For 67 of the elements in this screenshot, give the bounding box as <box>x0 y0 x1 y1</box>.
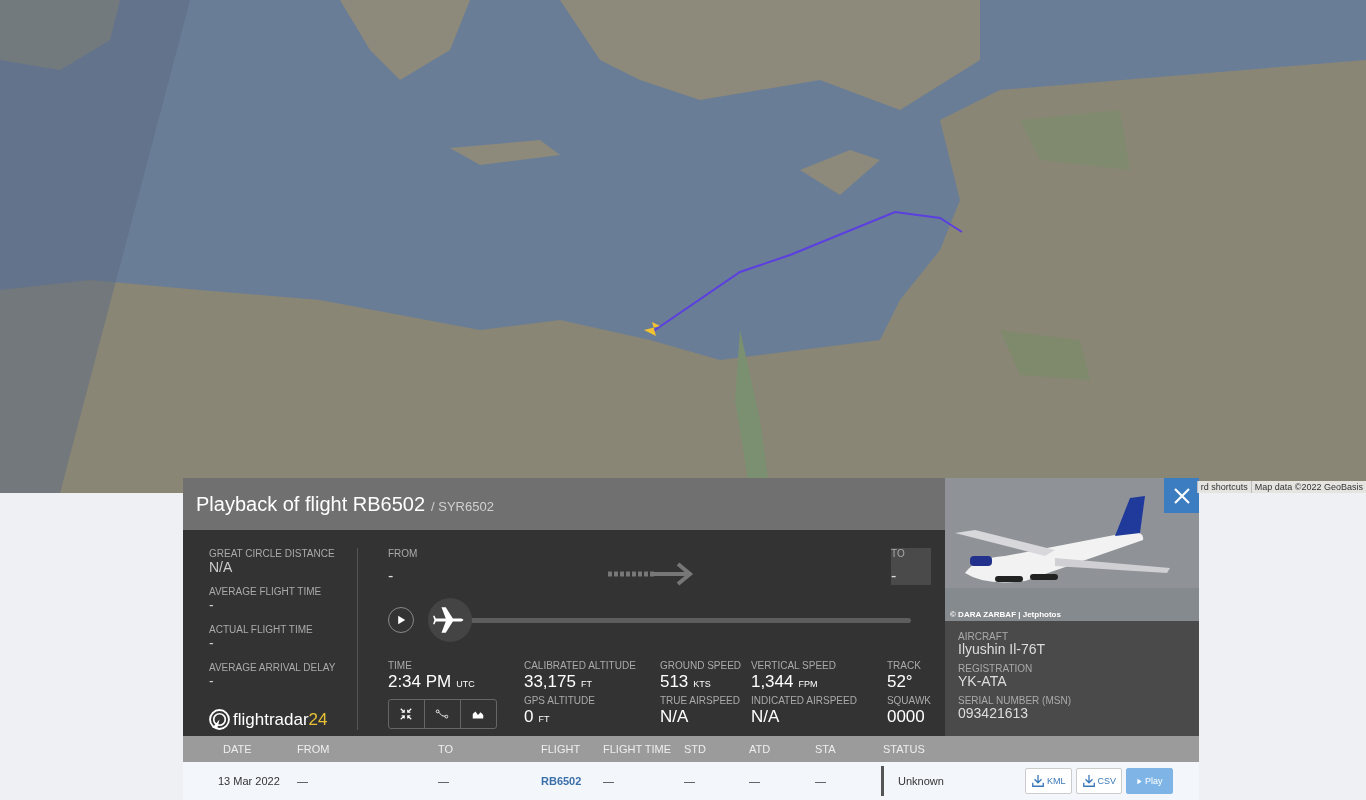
table-cell-text: — <box>438 775 450 787</box>
table-cell-text: — <box>297 775 309 787</box>
stat-value: - <box>209 673 215 689</box>
stat-label: GREAT CIRCLE DISTANCE <box>209 548 336 559</box>
aircraft-value: Ilyushin Il-76T <box>958 642 1047 657</box>
column-header: DATE <box>222 743 253 755</box>
play-icon <box>1136 777 1144 785</box>
flight-link[interactable]: RB6502 <box>541 775 603 787</box>
stat-label: TRACK <box>886 660 922 671</box>
column-header: STD <box>684 743 707 755</box>
logo-text: flightradar24 <box>233 709 328 730</box>
stat-value: N/A <box>659 706 690 727</box>
radar-icon <box>209 709 230 730</box>
aircraft-label: REGISTRATION <box>958 663 1034 674</box>
route-arrow-icon <box>607 562 694 586</box>
table-cell-text: 13 Mar 2022 <box>217 775 281 787</box>
column-header: FROM <box>297 743 331 755</box>
stat-label: TRUE AIRSPEED <box>659 695 741 706</box>
airplane-handle[interactable] <box>427 598 472 642</box>
stat-label: ACTUAL FLIGHT TIME <box>209 624 314 635</box>
to-label: TO <box>891 548 906 559</box>
aircraft-value: YK-ATA <box>958 674 1008 689</box>
download-icon <box>1031 774 1045 788</box>
stat-value: 1,344 FPM <box>750 671 819 693</box>
download-icon <box>1081 774 1096 788</box>
stat-label: AVERAGE ARRIVAL DELAY <box>209 662 337 673</box>
table-cell-text: — <box>684 775 696 787</box>
table-cell-text: — <box>749 775 761 787</box>
aircraft-value: 093421613 <box>958 706 1030 721</box>
from-value: - <box>387 567 395 585</box>
column-header: STA <box>815 743 837 755</box>
stat-value: 33,175 FT <box>523 671 593 693</box>
table-cell-text: — <box>815 775 827 787</box>
column-header: ATD <box>749 743 772 755</box>
playback-track[interactable] <box>427 598 911 642</box>
to-value: - <box>891 567 898 585</box>
stat-label: VERTICAL SPEED <box>750 660 837 671</box>
stat-label: AVERAGE FLIGHT TIME <box>209 586 323 597</box>
panel-subtitle: / SYR6502 <box>431 498 494 514</box>
action-button[interactable]: CSV <box>1075 768 1123 794</box>
stat-value: - <box>209 597 215 613</box>
from-label: FROM <box>387 548 419 559</box>
stat-label: TIME <box>387 660 413 671</box>
stat-value: 52° <box>886 671 914 692</box>
stat-value: 0 FT <box>523 706 551 728</box>
column-header: FLIGHT TIME <box>603 743 673 755</box>
table-row[interactable]: 13 Mar 2022 — — RB6502 — — — — Unknown KML CSV Play <box>183 762 1199 800</box>
stat-label: GROUND SPEED <box>659 660 743 671</box>
column-header: TO <box>438 743 455 755</box>
column-header: FLIGHT <box>541 743 582 755</box>
stat-label: CALIBRATED ALTITUDE <box>523 660 637 671</box>
stat-label: SQUAWK <box>886 695 931 706</box>
stat-value: 0000 <box>886 706 926 727</box>
stat-value: 2:34 PM UTC <box>387 671 476 693</box>
aircraft-label: SERIAL NUMBER (MSN) <box>958 695 1072 706</box>
table-cell-text: — <box>603 775 615 787</box>
stat-value: - <box>209 635 215 651</box>
column-header: STATUS <box>883 743 926 755</box>
panel-title: Playback of flight RB6502 <box>196 492 426 516</box>
photo-credit[interactable]: © DARA ZARBAF | Jetphotos <box>950 610 1061 619</box>
stat-label: GPS ALTITUDE <box>523 695 596 706</box>
aircraft-label: AIRCRAFT <box>958 631 1009 642</box>
stat-value: N/A <box>750 706 781 727</box>
stat-value: 513 KTS <box>659 671 712 693</box>
stat-label: INDICATED AIRSPEED <box>750 695 858 706</box>
action-button[interactable]: KML <box>1025 768 1072 794</box>
stat-value: N/A <box>209 559 234 575</box>
